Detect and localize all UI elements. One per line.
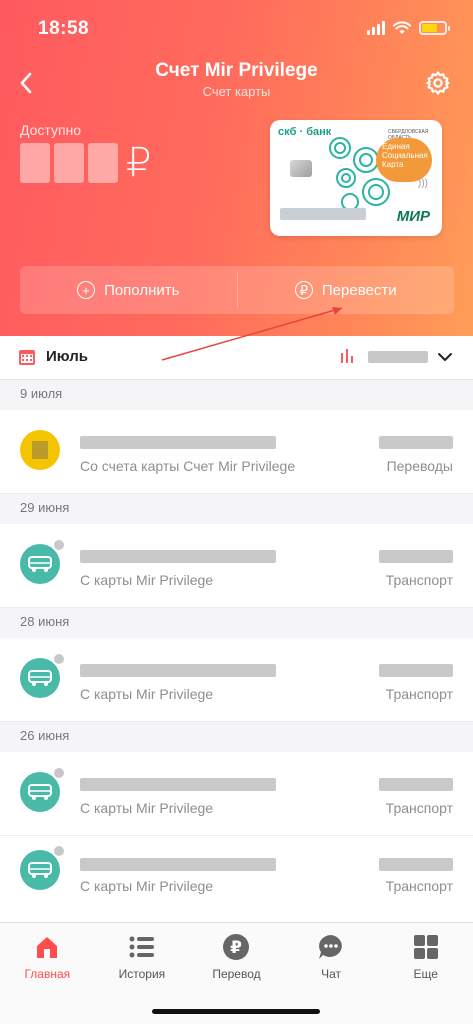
settings-button[interactable] bbox=[425, 70, 451, 96]
bar-chart-icon[interactable] bbox=[340, 348, 354, 364]
transaction-title-hidden bbox=[80, 550, 276, 563]
bus-icon bbox=[28, 784, 52, 800]
grid-icon bbox=[413, 935, 438, 959]
transaction-amount-hidden bbox=[379, 778, 453, 791]
balance-value-hidden bbox=[20, 143, 118, 183]
contactless-icon: ))) bbox=[418, 178, 428, 189]
nfc-badge-icon bbox=[52, 766, 66, 780]
tab-chat[interactable]: Чат bbox=[284, 933, 379, 987]
top-up-label: Пополнить bbox=[104, 281, 180, 299]
nfc-badge-icon bbox=[52, 652, 66, 666]
mir-logo: МИР bbox=[396, 208, 430, 225]
card-bank-logo: скб · банк bbox=[278, 126, 332, 138]
page-title: Счет Mir Privilege bbox=[155, 60, 318, 81]
contact-avatar-icon bbox=[32, 441, 48, 459]
transaction-source: С карты Mir Privilege bbox=[80, 572, 214, 588]
tab-transfer[interactable]: ₽ Перевод bbox=[189, 933, 284, 987]
card-social-badge: Единая Социальная Карта bbox=[376, 138, 432, 182]
date-header: 9 июля bbox=[0, 380, 473, 410]
transaction-source: С карты Mir Privilege bbox=[80, 800, 214, 816]
transaction-row[interactable]: С карты Mir Privilege Транспорт bbox=[0, 524, 473, 608]
page-subtitle: Счет карты bbox=[202, 84, 271, 99]
transaction-title-hidden bbox=[80, 858, 276, 871]
available-label: Доступно bbox=[20, 122, 82, 138]
transaction-category: Транспорт bbox=[385, 686, 453, 702]
date-header: 28 июня bbox=[0, 608, 473, 638]
status-icons bbox=[367, 21, 450, 35]
transaction-title-hidden bbox=[80, 436, 276, 449]
transaction-title-hidden bbox=[80, 778, 276, 791]
tab-label: Чат bbox=[321, 967, 342, 981]
transaction-row[interactable]: С карты Mir Privilege Транспорт bbox=[0, 638, 473, 722]
battery-icon bbox=[419, 21, 450, 35]
tab-history[interactable]: История bbox=[95, 933, 190, 987]
transfer-label: Перевести bbox=[321, 281, 397, 299]
transaction-source: С карты Mir Privilege bbox=[80, 686, 214, 702]
avatar bbox=[20, 430, 60, 470]
transaction-amount-hidden bbox=[379, 858, 453, 871]
spending-summary-hidden bbox=[368, 351, 428, 363]
account-header: 18:58 Счет Mir Privilege Счет карты Дост… bbox=[0, 0, 473, 336]
chevron-down-icon[interactable] bbox=[437, 349, 453, 365]
plus-icon: + bbox=[77, 281, 96, 299]
tab-more[interactable]: Еще bbox=[378, 933, 473, 987]
month-filter-bar[interactable]: Июль bbox=[0, 336, 473, 380]
list-icon bbox=[129, 936, 154, 958]
transaction-amount-hidden bbox=[379, 436, 453, 449]
home-indicator bbox=[152, 1009, 320, 1014]
tab-label: Перевод bbox=[212, 967, 261, 981]
tab-label: История bbox=[118, 967, 166, 981]
top-up-button[interactable]: + Пополнить bbox=[20, 266, 237, 314]
ruble-icon: ₽ bbox=[223, 934, 250, 960]
transaction-title-hidden bbox=[80, 664, 276, 677]
home-icon bbox=[37, 937, 58, 958]
month-label: Июль bbox=[46, 348, 88, 365]
bottom-tab-bar: Главная История ₽ Перевод Чат Еще bbox=[0, 922, 473, 1024]
transaction-source: Со счета карты Счет Mir Privilege bbox=[80, 458, 296, 474]
svg-text:₽: ₽ bbox=[231, 938, 243, 958]
balance: ₽ bbox=[20, 140, 151, 186]
transaction-category: Переводы bbox=[386, 458, 453, 474]
transaction-category: Транспорт bbox=[385, 800, 453, 816]
ruble-icon: ₽ bbox=[294, 281, 313, 299]
bus-icon bbox=[28, 862, 52, 878]
card-chip-icon bbox=[290, 160, 312, 177]
gear-icon bbox=[426, 71, 450, 95]
date-header: 29 июня bbox=[0, 494, 473, 524]
status-time: 18:58 bbox=[38, 18, 90, 39]
status-bar: 18:58 bbox=[0, 18, 473, 44]
transaction-amount-hidden bbox=[379, 550, 453, 563]
transaction-category: Транспорт bbox=[385, 572, 453, 588]
date-header: 26 июня bbox=[0, 722, 473, 752]
bus-icon bbox=[28, 670, 52, 686]
nfc-badge-icon bbox=[52, 844, 66, 858]
calendar-icon bbox=[19, 350, 35, 365]
transfer-button[interactable]: ₽ Перевести bbox=[238, 266, 455, 314]
currency-sign: ₽ bbox=[126, 141, 152, 185]
cellular-signal-icon bbox=[367, 21, 385, 35]
transaction-source: С карты Mir Privilege bbox=[80, 878, 214, 894]
tab-label: Главная bbox=[24, 967, 71, 981]
transaction-amount-hidden bbox=[379, 664, 453, 677]
transaction-category: Транспорт bbox=[385, 878, 453, 894]
transaction-row[interactable]: С карты Mir Privilege Транспорт bbox=[0, 836, 473, 920]
nfc-badge-icon bbox=[52, 538, 66, 552]
chat-icon bbox=[319, 935, 342, 959]
bus-icon bbox=[28, 556, 52, 572]
transaction-row[interactable]: С карты Mir Privilege Транспорт bbox=[0, 752, 473, 836]
tab-label: Еще bbox=[413, 967, 438, 981]
account-actions: + Пополнить ₽ Перевести bbox=[20, 266, 454, 314]
card-number-hidden bbox=[280, 208, 366, 220]
transaction-row[interactable]: Со счета карты Счет Mir Privilege Перево… bbox=[0, 410, 473, 494]
wifi-icon bbox=[393, 21, 411, 34]
tab-home[interactable]: Главная bbox=[0, 933, 95, 987]
transaction-list: 9 июля Со счета карты Счет Mir Privilege… bbox=[0, 380, 473, 920]
bank-card[interactable]: скб · банк СВЕРДЛОВСКАЯ ОБЛАСТЬ Единая С… bbox=[270, 120, 442, 236]
